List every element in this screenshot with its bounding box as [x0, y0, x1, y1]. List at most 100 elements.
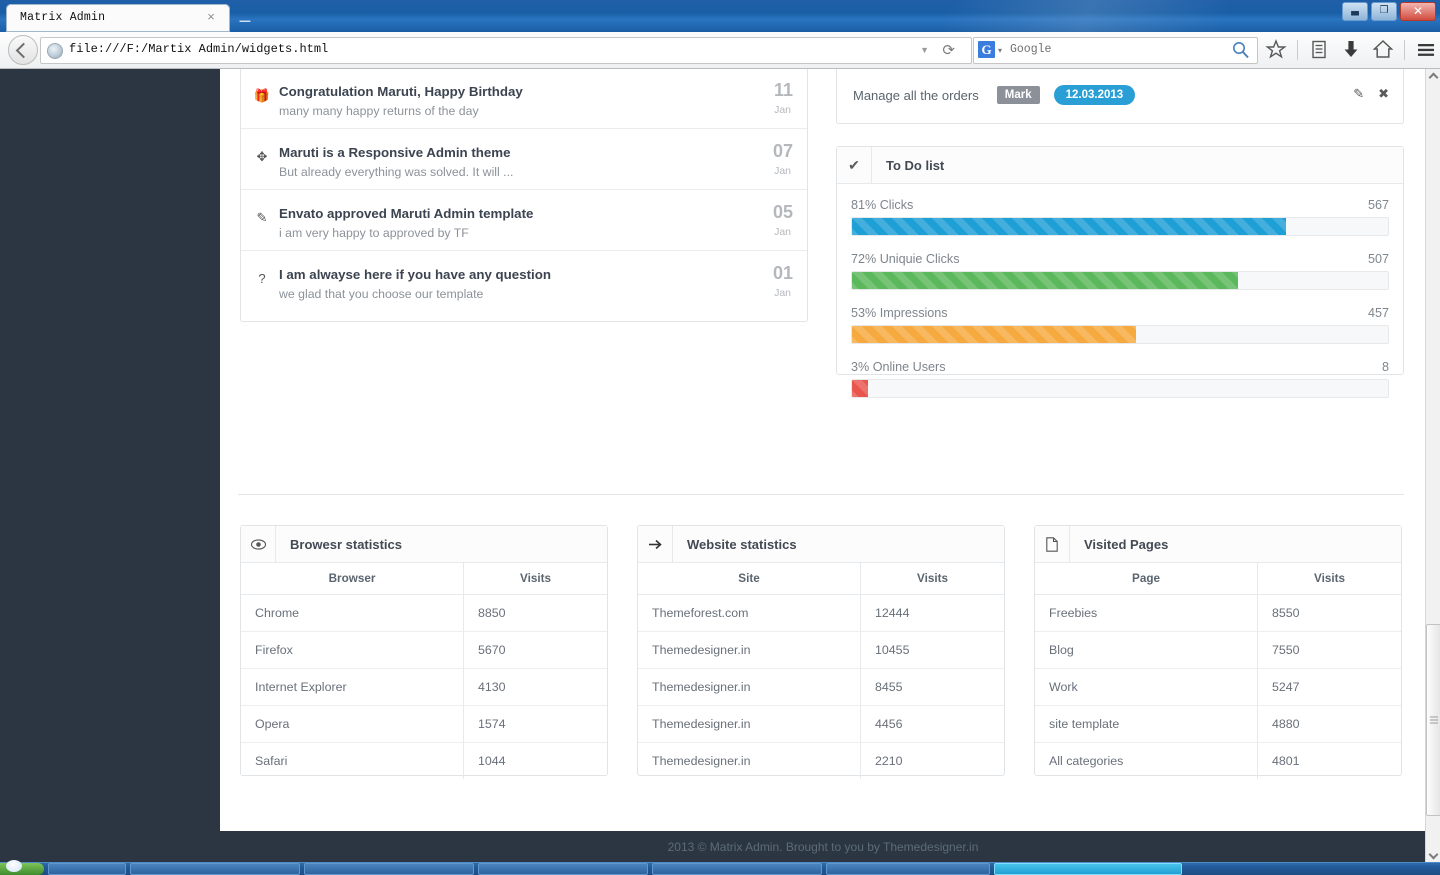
minimize-button[interactable]: ▃ [1342, 1, 1368, 21]
progress-label: 81% Clicks [851, 198, 914, 212]
cell-visits: 4880 [1257, 705, 1401, 743]
status-badge-date[interactable]: 12.03.2013 [1053, 85, 1136, 105]
progress-item: 3% Online Users 8 [851, 360, 1389, 398]
cell-visits: 8550 [1257, 594, 1401, 632]
cell-visits: 1574 [463, 705, 607, 743]
taskbar-button[interactable] [652, 863, 822, 875]
table-row: Opera 1574 [241, 705, 607, 743]
todo-panel-header: ✔ To Do list [837, 147, 1403, 184]
progress-track [851, 217, 1389, 236]
notification-subtitle: But already everything was solved. It wi… [279, 165, 514, 179]
reader-list-icon[interactable] [1305, 36, 1333, 63]
google-icon[interactable]: G [978, 41, 995, 58]
progress-track [851, 325, 1389, 344]
order-actions: ✎ ✖ [1353, 86, 1389, 102]
scroll-up-icon[interactable] [1426, 69, 1440, 83]
panel-header: Visited Pages [1035, 526, 1401, 563]
cell-name: Themedesigner.in [652, 754, 751, 768]
taskbar-button[interactable] [304, 863, 474, 875]
home-icon[interactable] [1369, 36, 1397, 63]
panel-header: Website statistics [638, 526, 1004, 563]
taskbar-button[interactable] [826, 863, 990, 875]
app-page: 🎁 Congratulation Maruti, Happy Birthday … [220, 69, 1426, 862]
cell-visits: 5670 [463, 631, 607, 669]
cell-name: All categories [1049, 754, 1124, 768]
browser-navbar: file:///F:/Martix Admin/widgets.html ▼ ⟳… [0, 32, 1440, 69]
table-row: Themedesigner.in 10455 [638, 631, 1004, 669]
cell-visits: 4801 [1257, 742, 1401, 779]
address-bar[interactable]: file:///F:/Martix Admin/widgets.html ▼ ⟳ [40, 37, 972, 64]
pencil-icon: ✎ [256, 210, 268, 225]
cell-name: Work [1035, 668, 1258, 706]
progress-label: 72% Uniquie Clicks [851, 252, 960, 266]
progress-label: 3% Online Users [851, 360, 946, 374]
browser-statistics-panel: Browesr statistics Browser Visits Chrome… [240, 525, 608, 779]
reload-icon[interactable]: ⟳ [942, 41, 955, 59]
table-row: All categories 4801 [1035, 742, 1401, 779]
taskbar-button[interactable] [48, 863, 126, 875]
edit-icon[interactable]: ✎ [1353, 86, 1364, 102]
cell-name: Themedesigner.in [638, 668, 861, 706]
progress-value: 507 [1367, 252, 1389, 266]
status-badge-mark[interactable]: Mark [996, 86, 1040, 104]
progress-track [851, 271, 1389, 290]
todo-body: 81% Clicks 567 72% Uniquie Clicks 507 53… [837, 184, 1403, 398]
table-row: Themedesigner.in 4456 [638, 705, 1004, 743]
search-icon[interactable] [1231, 40, 1251, 60]
close-button[interactable]: ✕ [1400, 1, 1436, 21]
column-header: Site [638, 563, 861, 595]
statistics-table: Site Visits Themeforest.com 12444 Themede… [638, 563, 1004, 779]
taskbar-button[interactable] [130, 863, 300, 875]
notification-subtitle: we glad that you choose our template [279, 287, 484, 301]
tab-close-icon[interactable]: × [204, 9, 218, 25]
notification-day: 01 [772, 263, 793, 283]
progress-fill [852, 326, 1137, 343]
cell-name: Safari [255, 754, 288, 768]
table-row: Work 5247 [1035, 668, 1401, 706]
orders-panel: Manage all the orders Mark 12.03.2013 ✎ … [836, 69, 1404, 124]
taskbar-button-active[interactable] [994, 863, 1182, 875]
notification-day: 11 [773, 80, 793, 100]
scroll-down-icon[interactable] [1426, 848, 1440, 862]
vertical-scrollbar[interactable] [1425, 69, 1440, 862]
cell-name: Themedesigner.in [638, 705, 861, 743]
notification-month: Jan [774, 165, 791, 177]
back-button[interactable] [8, 35, 38, 65]
browser-tab[interactable]: Matrix Admin × [6, 4, 230, 32]
scrollbar-thumb[interactable] [1426, 624, 1440, 816]
address-bar-text: file:///F:/Martix Admin/widgets.html [69, 42, 329, 56]
notification-day: 07 [772, 141, 793, 161]
order-row: Manage all the orders Mark 12.03.2013 ✎ … [837, 69, 1403, 122]
progress-fill [852, 218, 1287, 235]
gift-icon: 🎁 [253, 88, 271, 103]
table-row: Blog 7550 [1035, 631, 1401, 669]
progress-item: 53% Impressions 457 [851, 306, 1389, 344]
page-footer: 2013 © Matrix Admin. Brought to you by T… [220, 831, 1426, 862]
list-item[interactable]: ✥ Maruti is a Responsive Admin theme But… [241, 129, 807, 190]
notifications-panel: 🎁 Congratulation Maruti, Happy Birthday … [240, 69, 808, 322]
new-tab-button[interactable]: ⚊ [234, 6, 256, 30]
download-icon[interactable] [1337, 36, 1365, 63]
hamburger-menu-icon[interactable] [1412, 36, 1440, 63]
panel-title: Website statistics [687, 536, 797, 552]
cell-visits: 12444 [860, 594, 1004, 632]
table-row: Firefox 5670 [241, 631, 607, 669]
chevron-down-icon[interactable]: ▼ [920, 45, 929, 55]
bookmark-star-icon[interactable] [1262, 36, 1290, 63]
toolbar-divider [1297, 39, 1298, 60]
cell-name: Blog [1035, 631, 1258, 669]
search-input[interactable]: G ▾ Google [973, 37, 1258, 64]
scrollbar-grip-icon [1430, 715, 1438, 726]
panel-title: Browesr statistics [290, 536, 402, 552]
restore-button[interactable]: ❐ [1371, 1, 1397, 21]
list-item[interactable]: ? I am alwayse here if you have any ques… [241, 251, 807, 311]
start-button[interactable] [0, 860, 44, 875]
list-item[interactable]: ✎ Envato approved Maruti Admin template … [241, 190, 807, 251]
progress-fill [852, 272, 1238, 289]
taskbar-button[interactable] [478, 863, 648, 875]
chevron-down-icon[interactable]: ▾ [998, 46, 1002, 55]
close-icon[interactable]: ✖ [1378, 86, 1389, 102]
list-item[interactable]: 🎁 Congratulation Maruti, Happy Birthday … [241, 69, 807, 129]
progress-label: 53% Impressions [851, 306, 948, 320]
browser-window: Matrix Admin × ⚊ ▃ ❐ ✕ file:///F:/Martix… [0, 0, 1440, 862]
